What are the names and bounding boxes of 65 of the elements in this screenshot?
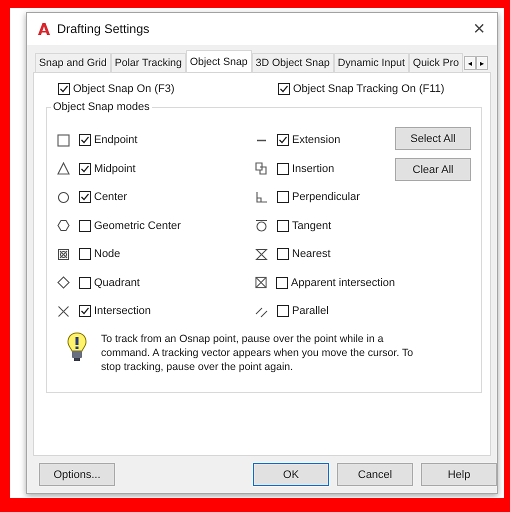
insertion-icon — [255, 162, 268, 175]
boxed-cross-icon — [255, 276, 268, 289]
parallel-icon — [255, 304, 268, 318]
scroll-right-button[interactable]: ▸ — [476, 56, 488, 70]
triangle-icon — [57, 162, 70, 175]
checkbox[interactable] — [277, 305, 289, 317]
hourglass-icon — [255, 248, 268, 260]
lightbulb-icon — [67, 332, 87, 362]
checkbox[interactable] — [277, 134, 289, 146]
dialog-button[interactable]: Help — [421, 463, 497, 486]
snap-mode-checkbox[interactable]: Midpoint — [79, 162, 136, 174]
tip-text: To track from an Osnap point, pause over the point while in a command. A tracking vector appears when you move the cursor. To stop tracking, pause over the point again. — [101, 332, 414, 374]
hexagon-icon — [57, 219, 70, 232]
snap-mode-checkbox[interactable]: Extension — [277, 134, 340, 146]
dialog-button[interactable]: Cancel — [337, 463, 413, 486]
diamond-icon — [57, 276, 70, 289]
snap-mode-checkbox[interactable]: Tangent — [277, 220, 332, 232]
snap-mode-checkbox[interactable]: Nearest — [277, 248, 331, 260]
snap-mode-checkbox[interactable]: Center — [79, 191, 128, 203]
checkbox[interactable] — [277, 248, 289, 260]
tab[interactable]: Polar Tracking — [110, 53, 186, 72]
square-icon — [57, 134, 70, 146]
group-title: Object Snap modes — [52, 101, 151, 113]
checkbox[interactable] — [79, 220, 91, 232]
snap-mode-checkbox[interactable]: Endpoint — [79, 134, 138, 146]
checkbox[interactable] — [277, 220, 289, 232]
tangent-icon — [255, 219, 268, 232]
close-button[interactable]: × — [469, 19, 489, 39]
checkbox[interactable] — [79, 248, 91, 260]
snap-mode-checkbox[interactable]: Parallel — [277, 305, 329, 317]
circle-icon — [57, 190, 70, 204]
tab[interactable]: Object Snap — [186, 50, 252, 72]
checkbox[interactable] — [58, 83, 70, 95]
checkbox[interactable] — [79, 162, 91, 174]
tab[interactable]: Dynamic Input — [334, 53, 409, 72]
tab[interactable]: Snap and Grid — [35, 53, 111, 72]
checkbox[interactable] — [79, 134, 91, 146]
app-logo-icon — [37, 22, 51, 36]
cross-icon — [57, 304, 70, 318]
snap-mode-checkbox[interactable]: Node — [79, 248, 120, 260]
snap-mode-checkbox[interactable]: Insertion — [277, 162, 334, 174]
scroll-left-button[interactable]: ◂ — [464, 56, 476, 70]
tab[interactable]: 3D Object Snap — [252, 53, 334, 72]
window-title: Drafting Settings — [57, 22, 150, 36]
dialog-button[interactable]: OK — [253, 463, 329, 486]
clear-all-button[interactable]: Clear All — [395, 158, 471, 181]
checkbox[interactable] — [79, 191, 91, 203]
checkbox[interactable] — [276, 276, 288, 288]
perpendicular-icon — [255, 190, 268, 204]
snap-mode-checkbox[interactable]: Apparent intersection — [276, 276, 395, 288]
snap-mode-checkbox[interactable]: Geometric Center — [79, 220, 181, 232]
checkbox[interactable] — [79, 305, 91, 317]
toggle-checkbox[interactable]: Object Snap On (F3) — [58, 83, 278, 95]
node-icon — [57, 248, 70, 260]
select-all-button[interactable]: Select All — [395, 127, 471, 150]
snap-mode-checkbox[interactable]: Quadrant — [79, 276, 140, 288]
options-button[interactable]: Options... — [39, 463, 115, 486]
checkbox[interactable] — [277, 162, 289, 174]
tab[interactable]: Quick Pro — [408, 53, 464, 72]
checkbox[interactable] — [278, 83, 290, 95]
checkbox[interactable] — [79, 276, 91, 288]
toggle-checkbox[interactable]: Object Snap Tracking On (F11) — [278, 83, 444, 95]
snap-mode-checkbox[interactable]: Perpendicular — [277, 191, 360, 203]
snap-mode-checkbox[interactable]: Intersection — [79, 305, 151, 317]
checkbox[interactable] — [277, 191, 289, 203]
